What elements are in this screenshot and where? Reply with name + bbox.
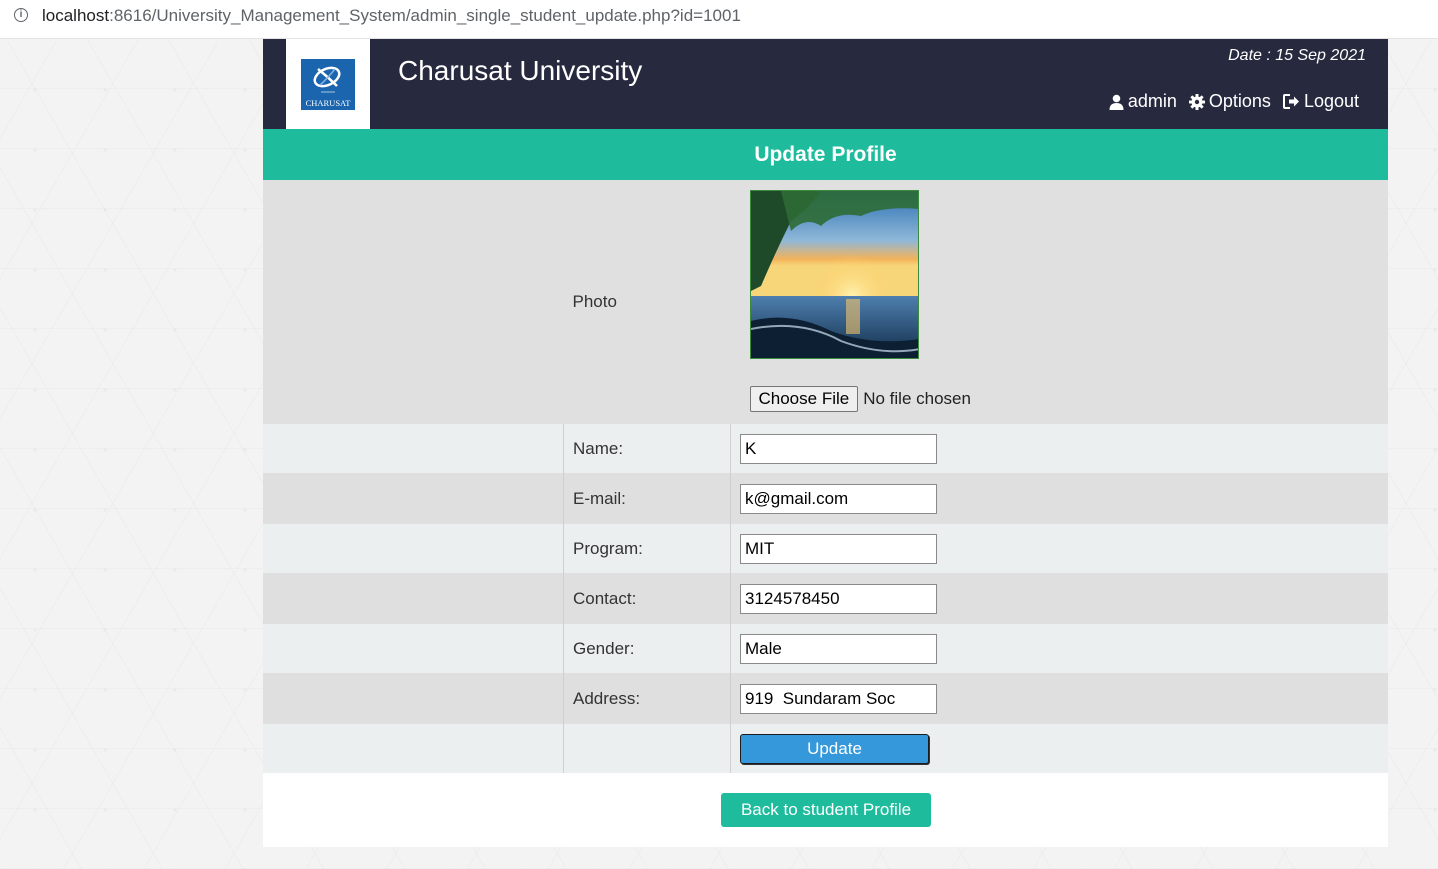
gender-label: Gender: xyxy=(563,624,731,673)
program-label: Program: xyxy=(563,524,731,573)
site-header: CHARUSAT Charusat University Date : 15 S… xyxy=(263,39,1388,129)
logo[interactable]: CHARUSAT xyxy=(286,39,370,129)
address-field[interactable] xyxy=(740,683,937,714)
name-label: Name: xyxy=(563,424,731,473)
nav-admin[interactable]: admin xyxy=(1109,91,1177,112)
submit-row: Update xyxy=(263,724,1388,773)
nav-options[interactable]: Options xyxy=(1188,91,1271,112)
address-label: Address: xyxy=(563,673,731,724)
sign-out-icon xyxy=(1282,94,1300,109)
file-input[interactable]: Choose File No file chosen xyxy=(749,386,971,412)
contact-label: Contact: xyxy=(563,573,731,624)
user-icon xyxy=(1109,94,1124,110)
email-field[interactable] xyxy=(740,483,937,514)
gender-row: Gender: xyxy=(263,624,1388,673)
url-text[interactable]: localhost:8616/University_Management_Sys… xyxy=(42,6,741,26)
file-status: No file chosen xyxy=(863,389,971,408)
contact-field[interactable] xyxy=(740,583,937,614)
profile-photo xyxy=(749,190,919,359)
gender-field[interactable] xyxy=(740,633,937,664)
browser-address-bar[interactable]: i localhost:8616/University_Management_S… xyxy=(0,0,1438,39)
update-button[interactable]: Update xyxy=(740,733,929,764)
email-label: E-mail: xyxy=(563,473,731,524)
top-nav: admin Options Logout xyxy=(1109,91,1359,112)
nav-logout-label: Logout xyxy=(1303,91,1359,111)
nav-logout[interactable]: Logout xyxy=(1282,91,1359,112)
info-icon[interactable]: i xyxy=(14,8,28,22)
contact-row: Contact: xyxy=(263,573,1388,624)
name-row: Name: xyxy=(263,424,1388,473)
choose-file-button[interactable]: Choose File xyxy=(749,386,859,412)
name-field[interactable] xyxy=(740,433,937,464)
nav-options-label: Options xyxy=(1208,91,1271,111)
email-row: E-mail: xyxy=(263,473,1388,524)
page-title: Update Profile xyxy=(263,129,1388,180)
logo-image: CHARUSAT xyxy=(301,59,355,110)
logo-text: CHARUSAT xyxy=(305,98,351,108)
nav-admin-label: admin xyxy=(1127,91,1177,111)
address-row: Address: xyxy=(263,673,1388,724)
page-container: CHARUSAT Charusat University Date : 15 S… xyxy=(263,39,1388,847)
photo-row: Photo Choose File No file chosen xyxy=(263,180,1388,424)
gear-icon xyxy=(1188,93,1205,110)
photo-label: Photo xyxy=(572,292,617,311)
update-form-table: Photo Choose File No file chosen Name: K… xyxy=(263,180,1388,773)
date-text: Date : 15 Sep 2021 xyxy=(1228,47,1366,64)
site-title: Charusat University xyxy=(398,55,643,86)
program-field[interactable] xyxy=(740,533,937,564)
back-to-profile-button[interactable]: Back to student Profile xyxy=(721,793,931,827)
program-row: Program: xyxy=(263,524,1388,573)
